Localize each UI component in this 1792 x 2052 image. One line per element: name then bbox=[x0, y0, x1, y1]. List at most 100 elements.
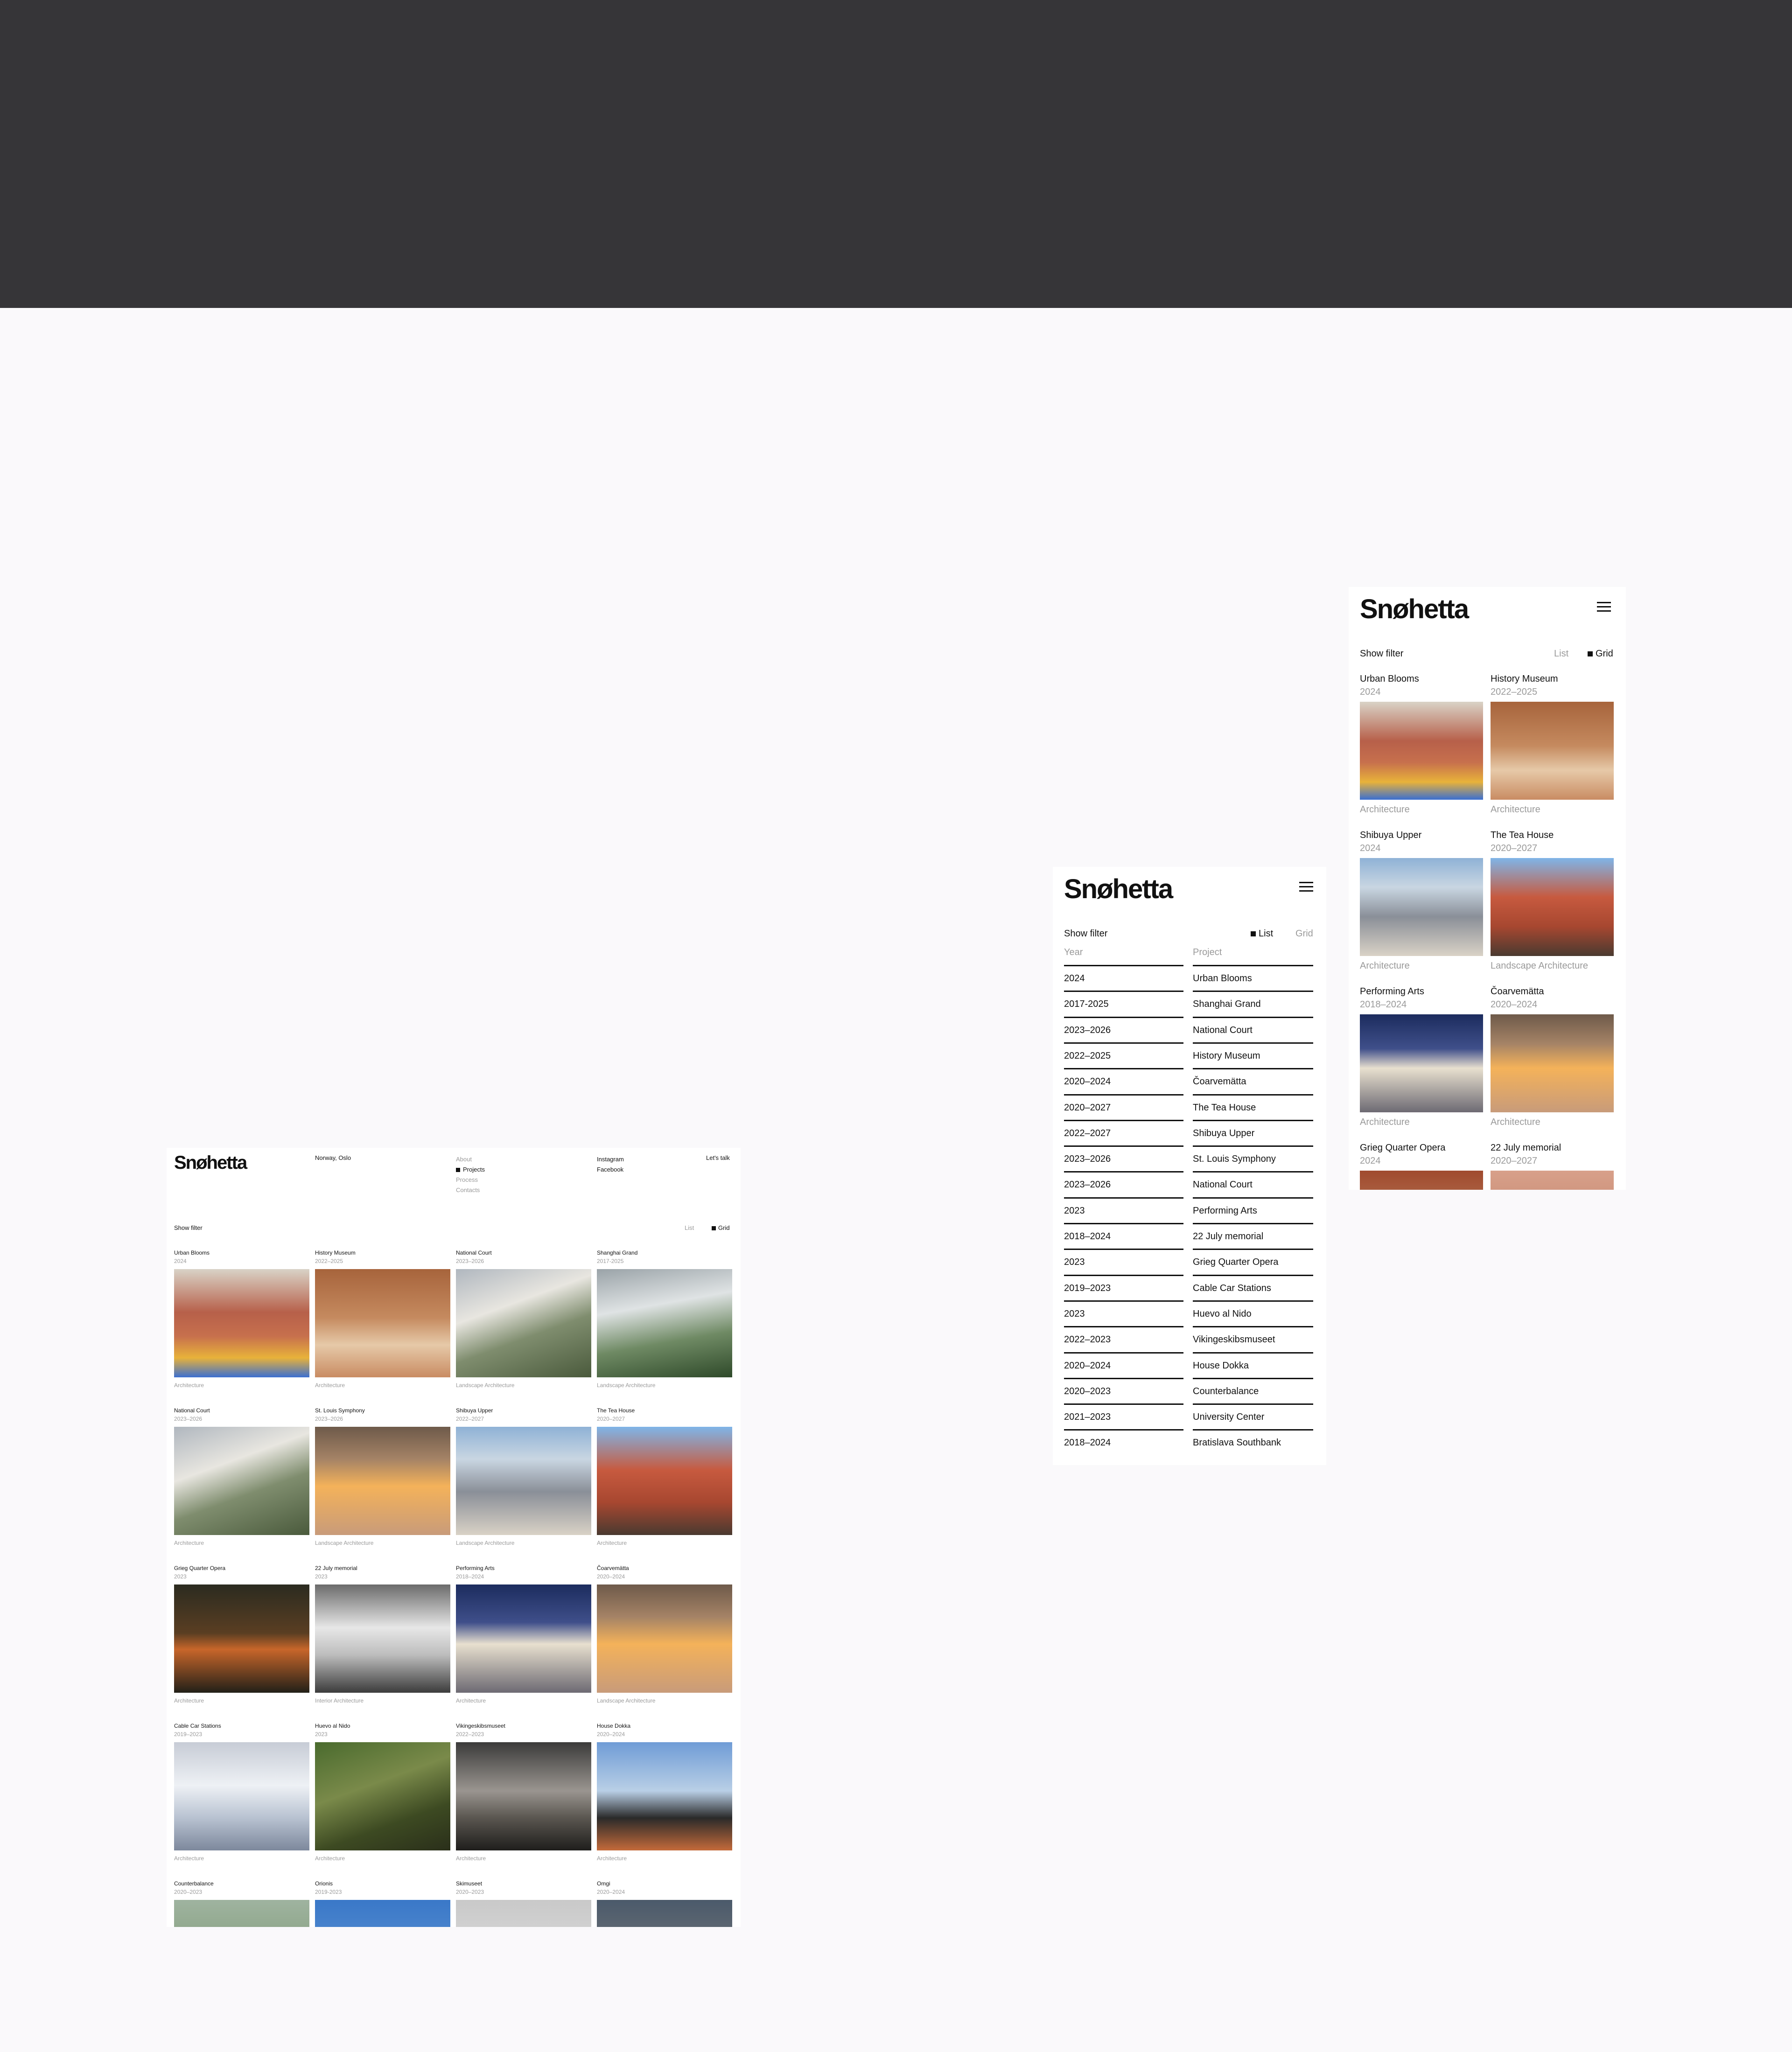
show-filter-button[interactable]: Show filter bbox=[1064, 928, 1107, 939]
project-photo[interactable] bbox=[1491, 858, 1614, 956]
project-card[interactable]: Grieg Quarter Opera 2024 bbox=[1360, 1143, 1483, 1190]
brand-logo[interactable]: Snøhetta bbox=[174, 1152, 247, 1173]
project-photo[interactable] bbox=[597, 1742, 732, 1850]
nav-projects[interactable]: Projects bbox=[456, 1165, 485, 1175]
project-photo[interactable] bbox=[1360, 702, 1483, 800]
show-filter-button[interactable]: Show filter bbox=[1360, 649, 1403, 659]
project-photo[interactable] bbox=[174, 1427, 309, 1535]
list-row[interactable]: 2022–2023 Vikingeskibsmuseet bbox=[1053, 1326, 1326, 1352]
view-grid-toggle[interactable]: Grid bbox=[712, 1224, 730, 1231]
project-photo[interactable] bbox=[456, 1742, 591, 1850]
project-photo[interactable] bbox=[174, 1900, 309, 1927]
project-photo[interactable] bbox=[1360, 1171, 1483, 1190]
view-list-toggle[interactable]: List bbox=[685, 1224, 694, 1231]
project-card[interactable]: 22 July memorial 2020–2027 bbox=[1491, 1143, 1614, 1190]
lets-talk-link[interactable]: Let's talk bbox=[706, 1154, 730, 1161]
project-photo[interactable] bbox=[456, 1584, 591, 1693]
project-photo[interactable] bbox=[597, 1269, 732, 1377]
project-card[interactable]: Performing Arts 2018–2024 Architecture bbox=[456, 1565, 591, 1714]
project-photo[interactable] bbox=[315, 1900, 450, 1927]
project-photo[interactable] bbox=[1360, 1014, 1483, 1112]
project-photo[interactable] bbox=[1491, 1014, 1614, 1112]
project-category: Landscape Architecture bbox=[597, 1382, 656, 1389]
list-row[interactable]: 2023–2026 National Court bbox=[1053, 1016, 1326, 1042]
project-photo[interactable] bbox=[315, 1742, 450, 1850]
view-grid-toggle[interactable]: Grid bbox=[1295, 928, 1313, 939]
project-name: The Tea House bbox=[597, 1407, 635, 1414]
brand-logo[interactable]: Snøhetta bbox=[1064, 873, 1173, 905]
list-row[interactable]: 2022–2027 Shibuya Upper bbox=[1053, 1119, 1326, 1145]
project-photo[interactable] bbox=[597, 1900, 732, 1927]
list-row[interactable]: 2020–2024 Čoarvemätta bbox=[1053, 1068, 1326, 1094]
instagram-link[interactable]: Instagram bbox=[597, 1154, 624, 1165]
facebook-link[interactable]: Facebook bbox=[597, 1165, 624, 1175]
list-row[interactable]: 2018–2024 22 July memorial bbox=[1053, 1223, 1326, 1249]
project-card[interactable]: Skimuseet 2020–2023 bbox=[456, 1880, 591, 1927]
project-photo[interactable] bbox=[315, 1584, 450, 1693]
project-photo[interactable] bbox=[1491, 702, 1614, 800]
project-card[interactable]: Urban Blooms 2024 Architecture bbox=[1360, 674, 1483, 823]
list-row[interactable]: 2020–2027 The Tea House bbox=[1053, 1094, 1326, 1120]
show-filter-button[interactable]: Show filter bbox=[174, 1224, 203, 1231]
nav-process[interactable]: Process bbox=[456, 1175, 485, 1185]
nav-about[interactable]: About bbox=[456, 1154, 485, 1165]
project-card[interactable]: Omgi 2020–2024 bbox=[597, 1880, 732, 1927]
project-card[interactable]: Grieg Quarter Opera 2023 Architecture bbox=[174, 1565, 309, 1714]
list-row[interactable]: 2024 Urban Blooms bbox=[1053, 965, 1326, 991]
project-photo[interactable] bbox=[456, 1900, 591, 1927]
project-card[interactable]: Vikingeskibsmuseet 2022–2023 Architecture bbox=[456, 1723, 591, 1872]
project-card[interactable]: History Museum 2022–2025 Architecture bbox=[1491, 674, 1614, 823]
project-card[interactable]: History Museum 2022–2025 Architecture bbox=[315, 1249, 450, 1399]
project-photo[interactable] bbox=[597, 1427, 732, 1535]
list-row[interactable]: 2020–2024 House Dokka bbox=[1053, 1352, 1326, 1378]
list-row[interactable]: 2023–2026 St. Louis Symphony bbox=[1053, 1145, 1326, 1171]
list-row[interactable]: 2023 Performing Arts bbox=[1053, 1197, 1326, 1223]
project-card[interactable]: Shanghai Grand 2017-2025 Landscape Archite… bbox=[597, 1249, 732, 1399]
project-card[interactable]: Orionis 2019-2023 bbox=[315, 1880, 450, 1927]
project-photo[interactable] bbox=[174, 1742, 309, 1850]
hamburger-menu-icon[interactable] bbox=[1597, 602, 1611, 612]
list-row[interactable]: 2023 Grieg Quarter Opera bbox=[1053, 1249, 1326, 1274]
project-card[interactable]: National Court 2023–2026 Landscape Archite… bbox=[456, 1249, 591, 1399]
list-row[interactable]: 2018–2024 Bratislava Southbank bbox=[1053, 1429, 1326, 1455]
project-card[interactable]: Čoarvemätta 2020–2024 Landscape Architectu… bbox=[597, 1565, 732, 1714]
project-card[interactable]: House Dokka 2020–2024 Architecture bbox=[597, 1723, 732, 1872]
project-card[interactable]: Shibuya Upper 2022–2027 Landscape Architec… bbox=[456, 1407, 591, 1556]
project-photo[interactable] bbox=[315, 1269, 450, 1377]
view-list-toggle[interactable]: List bbox=[1554, 649, 1568, 659]
project-photo[interactable] bbox=[456, 1269, 591, 1377]
project-card[interactable]: Shibuya Upper 2024 Architecture bbox=[1360, 830, 1483, 979]
project-card[interactable]: Huevo al Nido 2023 Architecture bbox=[315, 1723, 450, 1872]
list-row[interactable]: 2019–2023 Cable Car Stations bbox=[1053, 1274, 1326, 1300]
project-photo[interactable] bbox=[315, 1427, 450, 1535]
project-card[interactable]: The Tea House 2020–2027 Architecture bbox=[597, 1407, 732, 1556]
project-photo[interactable] bbox=[456, 1427, 591, 1535]
brand-logo[interactable]: Snøhetta bbox=[1360, 593, 1469, 625]
project-card[interactable]: Cable Car Stations 2019–2023 Architecture bbox=[174, 1723, 309, 1872]
view-list-toggle[interactable]: List bbox=[1251, 928, 1273, 939]
list-row[interactable]: 2023 Huevo al Nido bbox=[1053, 1300, 1326, 1326]
project-card[interactable]: Counterbalance 2020–2023 bbox=[174, 1880, 309, 1927]
view-grid-toggle[interactable]: Grid bbox=[1588, 649, 1613, 659]
list-row[interactable]: 2022–2025 History Museum bbox=[1053, 1042, 1326, 1068]
row-divider bbox=[1193, 1042, 1313, 1044]
list-row[interactable]: 2017-2025 Shanghai Grand bbox=[1053, 991, 1326, 1016]
project-card[interactable]: St. Louis Symphony 2023–2026 Landscape Arc… bbox=[315, 1407, 450, 1556]
project-photo[interactable] bbox=[174, 1269, 309, 1377]
hamburger-menu-icon[interactable] bbox=[1299, 882, 1313, 892]
row-divider bbox=[1064, 1326, 1183, 1328]
project-card[interactable]: The Tea House 2020–2027 Landscape Architec… bbox=[1491, 830, 1614, 979]
nav-contacts[interactable]: Contacts bbox=[456, 1185, 485, 1195]
project-card[interactable]: 22 July memorial 2023 Interior Architectur… bbox=[315, 1565, 450, 1714]
project-card[interactable]: Urban Blooms 2024 Architecture bbox=[174, 1249, 309, 1399]
project-photo[interactable] bbox=[597, 1584, 732, 1693]
list-row[interactable]: 2023–2026 National Court bbox=[1053, 1171, 1326, 1197]
project-card[interactable]: Performing Arts 2018–2024 Architecture bbox=[1360, 986, 1483, 1136]
list-row[interactable]: 2020–2023 Counterbalance bbox=[1053, 1377, 1326, 1403]
project-photo[interactable] bbox=[1491, 1171, 1614, 1190]
list-row[interactable]: 2021–2023 University Center bbox=[1053, 1403, 1326, 1429]
project-card[interactable]: National Court 2023–2026 Architecture bbox=[174, 1407, 309, 1556]
project-card[interactable]: Čoarvemätta 2020–2024 Architecture bbox=[1491, 986, 1614, 1136]
project-photo[interactable] bbox=[1360, 858, 1483, 956]
project-photo[interactable] bbox=[174, 1584, 309, 1693]
